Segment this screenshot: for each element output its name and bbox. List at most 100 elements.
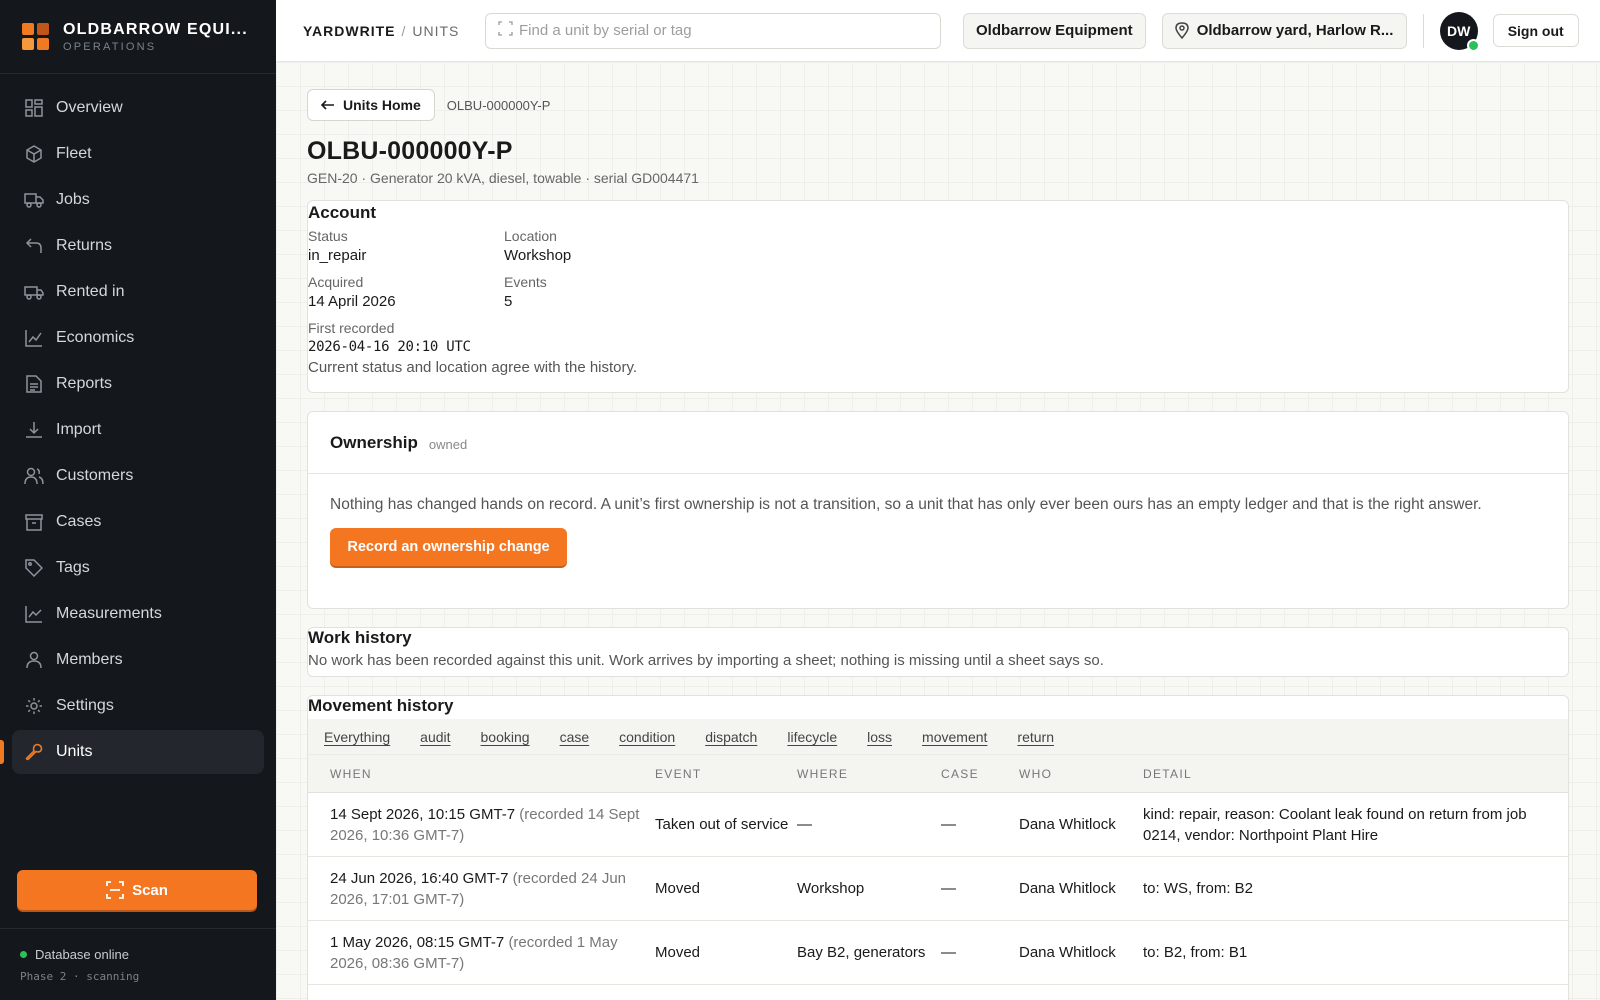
column-where: WHERE bbox=[797, 766, 849, 781]
events-label: Events bbox=[504, 274, 547, 290]
sidebar-item-label: Customers bbox=[56, 467, 134, 484]
filter-condition[interactable]: condition bbox=[619, 729, 675, 745]
grid-icon bbox=[24, 98, 44, 118]
filter-movement[interactable]: movement bbox=[922, 729, 987, 745]
brand-name: OLDBARROW EQUI... bbox=[63, 20, 248, 38]
sidebar-item-import[interactable]: Import bbox=[12, 408, 264, 452]
search-box[interactable] bbox=[485, 12, 941, 49]
sidebar-item-overview[interactable]: Overview bbox=[12, 86, 264, 130]
sidebar-item-label: Import bbox=[56, 421, 102, 438]
users-icon bbox=[24, 466, 44, 486]
column-when: WHEN bbox=[330, 766, 372, 781]
back-label: Units Home bbox=[343, 97, 421, 113]
table-row[interactable]: 14 Sept 2026, 10:15 GMT-7 (recorded 14 S… bbox=[308, 793, 1568, 857]
cell-where: Bay B2, generators bbox=[797, 944, 926, 961]
scan-label: Scan bbox=[132, 881, 168, 899]
sidebar-item-economics[interactable]: Economics bbox=[12, 316, 264, 360]
column-detail: DETAIL bbox=[1143, 766, 1192, 781]
location-text: Oldbarrow yard, Harlow R... bbox=[1196, 22, 1394, 39]
agree-note: Current status and location agree with t… bbox=[308, 359, 638, 376]
cell-detail: kind: repair, reason: Coolant leak found… bbox=[1143, 805, 1527, 844]
sidebar-item-jobs[interactable]: Jobs bbox=[12, 178, 264, 222]
ownership-text: Nothing has changed hands on record. A u… bbox=[330, 496, 1482, 513]
cell-detail: to: WS, from: B2 bbox=[1143, 880, 1254, 897]
location-selector[interactable]: Oldbarrow yard, Harlow R... bbox=[1161, 12, 1407, 49]
sidebar: OLDBARROW EQUI... OPERATIONS Overview Fl… bbox=[0, 0, 276, 1000]
filter-case[interactable]: case bbox=[560, 729, 590, 745]
movement-history-card: Movement history Everything audit bookin… bbox=[307, 695, 1569, 1000]
sidebar-item-units[interactable]: Units bbox=[0, 730, 264, 774]
breadcrumb: YARDWRITE / UNITS bbox=[303, 23, 475, 39]
when-text: 14 Sept 2026, 10:15 GMT-7 bbox=[330, 805, 516, 823]
back-row: Units Home OLBU-000000Y-P bbox=[307, 89, 1569, 121]
breadcrumb-app[interactable]: YARDWRITE bbox=[303, 23, 396, 39]
sidebar-item-measurements[interactable]: Measurements bbox=[12, 592, 264, 636]
ownership-heading: Ownership bbox=[330, 432, 418, 452]
cell-when: 1 May 2026, 08:15 GMT-7 (recorded 1 May … bbox=[330, 932, 655, 974]
return-arrow-icon bbox=[24, 236, 44, 256]
breadcrumb-section[interactable]: UNITS bbox=[412, 23, 459, 39]
filter-return[interactable]: return bbox=[1017, 729, 1054, 745]
filter-lifecycle[interactable]: lifecycle bbox=[787, 729, 837, 745]
sidebar-item-cases[interactable]: Cases bbox=[12, 500, 264, 544]
filter-everything[interactable]: Everything bbox=[324, 729, 390, 745]
sidebar-item-label: Overview bbox=[56, 99, 123, 116]
scan-icon bbox=[106, 881, 124, 899]
sign-out-button[interactable]: Sign out bbox=[1492, 14, 1579, 47]
table-row[interactable]: 1 May 2026, 08:15 GMT-7 (recorded 1 May … bbox=[308, 921, 1568, 985]
ownership-header: Ownership owned bbox=[308, 412, 1568, 474]
scan-button[interactable]: Scan bbox=[17, 870, 257, 910]
record-ownership-change-button[interactable]: Record an ownership change bbox=[330, 528, 567, 566]
cell-event: Moved bbox=[655, 880, 701, 897]
column-case: CASE bbox=[941, 766, 979, 781]
sidebar-item-customers[interactable]: Customers bbox=[12, 454, 264, 498]
location-value: Workshop bbox=[504, 247, 572, 264]
column-event: EVENT bbox=[655, 766, 702, 781]
events-value: 5 bbox=[504, 293, 513, 310]
page-subtitle: GEN-20 · Generator 20 kVA, diesel, towab… bbox=[307, 170, 699, 186]
work-history-card: Work history No work has been recorded a… bbox=[307, 627, 1569, 677]
sidebar-item-returns[interactable]: Returns bbox=[12, 224, 264, 268]
cell-where: — bbox=[797, 816, 812, 833]
event-filters: Everything audit booking case condition … bbox=[308, 719, 1568, 755]
filter-dispatch[interactable]: dispatch bbox=[705, 729, 757, 745]
sidebar-item-label: Fleet bbox=[56, 145, 92, 162]
sidebar-item-members[interactable]: Members bbox=[12, 638, 264, 682]
sidebar-item-label: Measurements bbox=[56, 605, 162, 622]
brand-sub: OPERATIONS bbox=[63, 40, 157, 53]
gear-icon bbox=[24, 696, 44, 716]
work-history-heading: Work history bbox=[308, 628, 412, 647]
search-input[interactable] bbox=[519, 22, 919, 39]
breadcrumb-separator: / bbox=[401, 22, 407, 39]
location-label: Location bbox=[504, 228, 557, 244]
org-selector[interactable]: Oldbarrow Equipment bbox=[963, 12, 1146, 49]
cell-case: — bbox=[941, 944, 956, 961]
status-value: in_repair bbox=[308, 247, 367, 264]
table-row[interactable]: 24 Jun 2026, 16:40 GMT-7 (recorded 24 Ju… bbox=[308, 857, 1568, 921]
filter-loss[interactable]: loss bbox=[867, 729, 892, 745]
cell-event: Taken out of service bbox=[655, 816, 789, 833]
ownership-card: Ownership owned Nothing has changed hand… bbox=[307, 411, 1569, 609]
cell-detail: to: B2, from: B1 bbox=[1143, 944, 1248, 961]
sidebar-item-rented-in[interactable]: Rented in bbox=[12, 270, 264, 314]
sidebar-item-tags[interactable]: Tags bbox=[12, 546, 264, 590]
cell-who: Dana Whitlock bbox=[1019, 816, 1116, 833]
account-heading: Account bbox=[308, 203, 376, 222]
status-dot-icon bbox=[20, 951, 27, 958]
brand[interactable]: OLDBARROW EQUI... OPERATIONS bbox=[0, 0, 276, 74]
movement-history-heading: Movement history bbox=[308, 696, 454, 715]
sidebar-item-settings[interactable]: Settings bbox=[12, 684, 264, 728]
sidebar-item-label: Members bbox=[56, 651, 123, 668]
back-button[interactable]: Units Home bbox=[307, 89, 435, 121]
main-content: Units Home OLBU-000000Y-P OLBU-000000Y-P… bbox=[276, 62, 1600, 1000]
table-header: WHEN EVENT WHERE CASE WHO DETAIL bbox=[308, 755, 1568, 793]
filter-booking[interactable]: booking bbox=[481, 729, 530, 745]
sidebar-item-fleet[interactable]: Fleet bbox=[12, 132, 264, 176]
account-card: Account Status in_repair Location Workshop… bbox=[307, 200, 1569, 393]
sidebar-item-label: Cases bbox=[56, 513, 102, 530]
sidebar-item-reports[interactable]: Reports bbox=[12, 362, 264, 406]
breadcrumb-serial: OLBU-000000Y-P bbox=[446, 97, 551, 113]
filter-audit[interactable]: audit bbox=[420, 729, 450, 745]
avatar[interactable]: DW bbox=[1439, 11, 1480, 52]
user-icon bbox=[24, 650, 44, 670]
